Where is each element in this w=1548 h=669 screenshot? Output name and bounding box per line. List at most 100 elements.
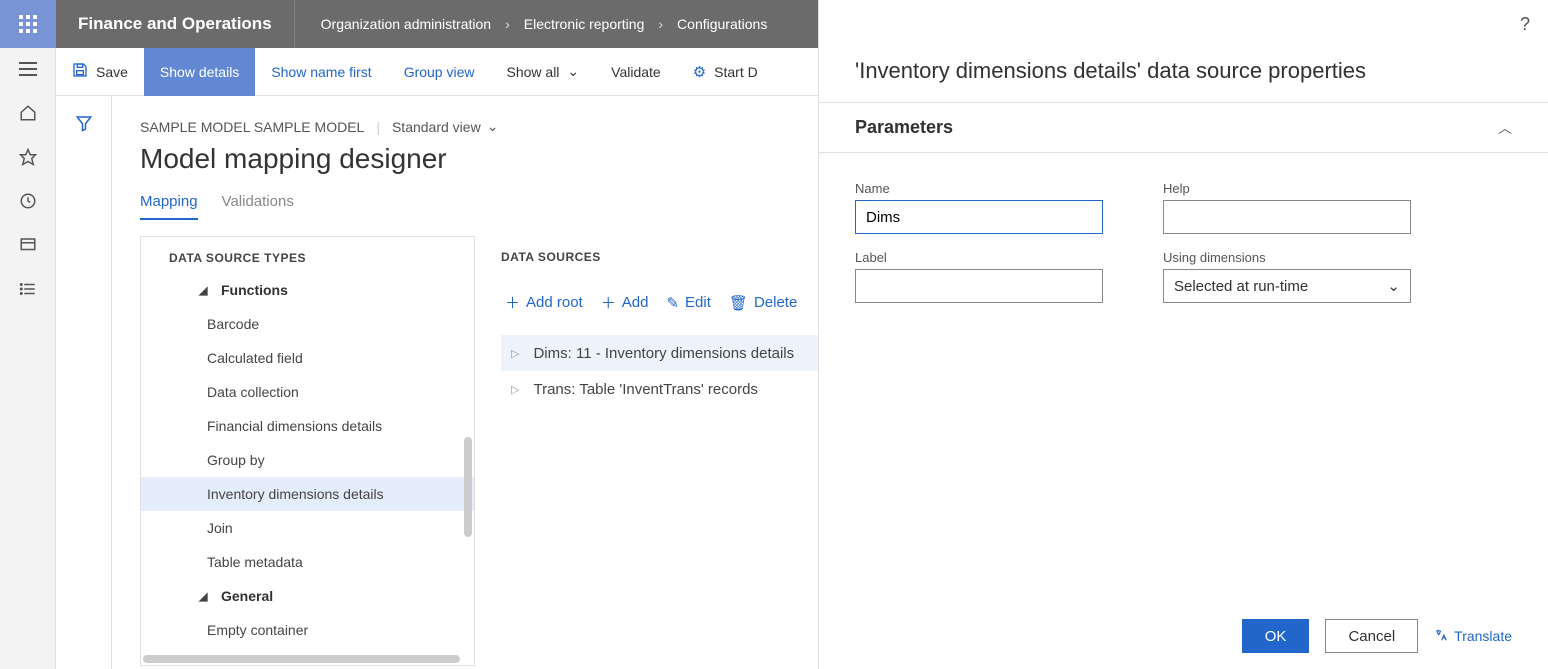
save-button[interactable]: Save <box>56 48 144 96</box>
show-name-first-button[interactable]: Show name first <box>255 48 387 96</box>
chevron-down-icon: ⌄ <box>487 118 499 135</box>
using-dimensions-select[interactable]: Selected at run-time ⌄ <box>1163 269 1411 303</box>
start-debug-button[interactable]: ⚙ Start D <box>677 48 774 96</box>
tab-validations[interactable]: Validations <box>222 193 294 220</box>
pencil-icon: ✎ <box>666 294 679 312</box>
list-icon[interactable] <box>17 278 39 300</box>
name-field: Name <box>855 181 1103 234</box>
tree-item[interactable]: Empty container <box>141 613 474 647</box>
tree-label: Barcode <box>207 316 259 332</box>
delete-button[interactable]: 🗑 Delete <box>725 290 801 315</box>
label-input[interactable] <box>855 269 1103 303</box>
tree-node-general[interactable]: ◢ General <box>141 579 474 613</box>
debug-icon: ⚙ <box>693 63 706 81</box>
waffle-button[interactable] <box>0 0 56 48</box>
show-all-label: Show all <box>507 64 560 80</box>
field-label: Name <box>855 181 1103 196</box>
button-label: OK <box>1265 628 1287 645</box>
breadcrumb-item[interactable]: Configurations <box>677 16 767 32</box>
filter-icon[interactable] <box>75 114 93 669</box>
page-title: Model mapping designer <box>140 143 818 175</box>
chevron-right-icon: › <box>658 16 663 32</box>
help-icon[interactable]: ? <box>1520 14 1530 35</box>
star-icon[interactable] <box>17 146 39 168</box>
page-breadcrumb: SAMPLE MODEL SAMPLE MODEL | Standard vie… <box>140 118 818 135</box>
tree-item[interactable]: Table metadata <box>141 545 474 579</box>
add-root-button[interactable]: ＋ Add root <box>501 290 587 315</box>
validate-button[interactable]: Validate <box>595 48 677 96</box>
cancel-button[interactable]: Cancel <box>1325 619 1418 653</box>
action-label: Edit <box>685 294 711 311</box>
group-view-label: Group view <box>404 64 475 80</box>
data-source-actions: ＋ Add root ＋ Add ✎ Edit 🗑 Delete <box>501 290 818 315</box>
translate-button[interactable]: Translate <box>1434 628 1512 645</box>
plus-icon: ＋ <box>505 292 520 313</box>
parameters-section-header[interactable]: Parameters ︿ <box>819 102 1548 153</box>
view-dropdown[interactable]: Standard view ⌄ <box>392 118 498 135</box>
button-label: Cancel <box>1348 628 1395 645</box>
breadcrumb: Organization administration › Electronic… <box>295 16 768 32</box>
show-all-button[interactable]: Show all ⌄ <box>491 48 596 96</box>
tree-item-inventory-dimensions[interactable]: Inventory dimensions details <box>141 477 474 511</box>
row-label: Trans: Table 'InventTrans' records <box>533 381 757 398</box>
tree-item[interactable]: Group by <box>141 443 474 477</box>
horizontal-scrollbar[interactable] <box>143 655 460 663</box>
breadcrumb-item[interactable]: Electronic reporting <box>524 16 645 32</box>
tree-item[interactable]: Barcode <box>141 307 474 341</box>
translate-icon <box>1434 628 1448 645</box>
tree-label: Functions <box>221 282 288 298</box>
tree-label: Calculated field <box>207 350 303 366</box>
caret-down-icon: ◢ <box>199 590 213 603</box>
parameters-form: Name Label Help Using dimensions Selecte… <box>819 153 1548 331</box>
show-details-label: Show details <box>160 64 239 80</box>
filter-rail <box>56 96 112 669</box>
tree-item[interactable]: Data collection <box>141 375 474 409</box>
left-rail <box>0 48 56 669</box>
clock-icon[interactable] <box>17 190 39 212</box>
tree-label: Table metadata <box>207 554 303 570</box>
home-icon[interactable] <box>17 102 39 124</box>
tab-mapping[interactable]: Mapping <box>140 193 198 220</box>
action-label: Add <box>622 294 649 311</box>
name-input[interactable] <box>855 200 1103 234</box>
row-label: Dims: 11 - Inventory dimensions details <box>533 345 794 362</box>
tree-label: Inventory dimensions details <box>207 486 384 502</box>
tree-item[interactable]: Join <box>141 511 474 545</box>
help-input[interactable] <box>1163 200 1411 234</box>
tree-item[interactable]: Calculated field <box>141 341 474 375</box>
tree-item[interactable]: Financial dimensions details <box>141 409 474 443</box>
vertical-scrollbar[interactable] <box>464 437 472 537</box>
tabs: Mapping Validations <box>140 193 818 220</box>
waffle-icon <box>19 15 37 33</box>
caret-right-icon: ▷ <box>511 383 519 396</box>
section-title: Parameters <box>855 117 953 138</box>
hamburger-icon[interactable] <box>17 58 39 80</box>
edit-button[interactable]: ✎ Edit <box>662 290 714 315</box>
app-title: Finance and Operations <box>56 14 294 34</box>
data-source-row-dims[interactable]: ▷ Dims: 11 - Inventory dimensions detail… <box>501 335 818 371</box>
action-label: Delete <box>754 294 797 311</box>
breadcrumb-item[interactable]: Organization administration <box>321 16 491 32</box>
data-source-row-trans[interactable]: ▷ Trans: Table 'InventTrans' records <box>501 371 818 407</box>
show-details-button[interactable]: Show details <box>144 48 255 96</box>
pane-title: 'Inventory dimensions details' data sour… <box>819 48 1548 102</box>
panel-header: DATA SOURCES <box>501 236 818 272</box>
view-label: Standard view <box>392 119 481 135</box>
tree-label: General <box>221 588 273 604</box>
tree-label: Group by <box>207 452 265 468</box>
chevron-right-icon: › <box>505 16 510 32</box>
chevron-up-icon: ︿ <box>1498 118 1512 138</box>
trash-icon: 🗑 <box>729 294 748 312</box>
field-label: Help <box>1163 181 1411 196</box>
data-source-types-panel: DATA SOURCE TYPES ◢ Functions Barcode Ca… <box>140 236 475 666</box>
data-sources-panel: DATA SOURCES ＋ Add root ＋ Add ✎ Edit 🗑 D… <box>501 236 818 666</box>
select-value: Selected at run-time <box>1174 278 1308 295</box>
using-dimensions-field: Using dimensions Selected at run-time ⌄ <box>1163 250 1411 303</box>
translate-label: Translate <box>1454 628 1512 644</box>
tree-node-functions[interactable]: ◢ Functions <box>141 273 474 307</box>
add-button[interactable]: ＋ Add <box>597 290 653 315</box>
ok-button[interactable]: OK <box>1242 619 1310 653</box>
group-view-button[interactable]: Group view <box>388 48 491 96</box>
type-tree: ◢ Functions Barcode Calculated field Dat… <box>141 273 474 647</box>
workspace-icon[interactable] <box>17 234 39 256</box>
